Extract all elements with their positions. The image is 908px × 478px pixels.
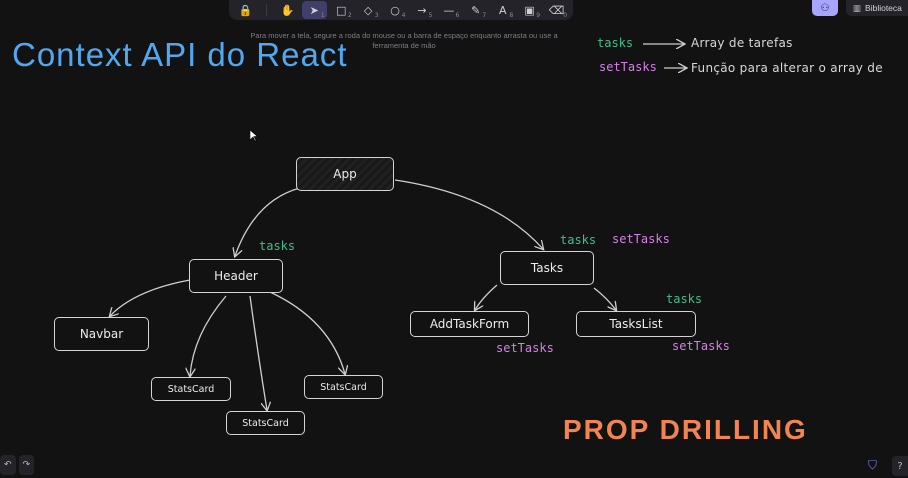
node-statscard-1[interactable]: StatsCard (151, 377, 231, 401)
node-navbar[interactable]: Navbar (54, 317, 149, 351)
node-tasks[interactable]: Tasks (500, 251, 594, 285)
edge-header-stats3 (269, 291, 345, 374)
node-taskslist[interactable]: TasksList (576, 311, 696, 337)
label-header-tasks[interactable]: tasks (259, 239, 295, 253)
edge-header-navbar (110, 279, 191, 316)
undo-icon[interactable]: ↶ (0, 455, 16, 475)
label-taskslist-settasks[interactable]: setTasks (672, 339, 730, 353)
label-taskslist-tasks[interactable]: tasks (666, 292, 702, 306)
mouse-cursor-icon (250, 130, 258, 142)
label-tasks-tasks[interactable]: tasks (560, 233, 596, 247)
node-header[interactable]: Header (189, 259, 283, 293)
node-statscard-2[interactable]: StatsCard (226, 411, 305, 435)
help-icon[interactable]: ? (892, 456, 908, 476)
label-addtaskform-settasks[interactable]: setTasks (496, 341, 554, 355)
node-statscard-3[interactable]: StatsCard (304, 375, 383, 399)
edge-header-stats1 (190, 295, 227, 376)
edge-tasks-taskslist (593, 287, 616, 310)
edge-tasks-addtaskform (475, 284, 498, 310)
undo-redo-group: ↶ ↷ (0, 455, 34, 477)
label-tasks-settasks[interactable]: setTasks (612, 232, 670, 246)
diagram-edges (0, 0, 908, 478)
edge-header-stats2 (249, 295, 267, 410)
node-addtaskform[interactable]: AddTaskForm (410, 311, 529, 337)
redo-icon[interactable]: ↷ (18, 455, 34, 475)
shield-icon[interactable]: ⛉ (868, 458, 877, 473)
edge-app-tasks (394, 179, 543, 249)
prop-drilling-text[interactable]: PROP DRILLING (563, 414, 808, 446)
node-app[interactable]: App (296, 157, 394, 191)
